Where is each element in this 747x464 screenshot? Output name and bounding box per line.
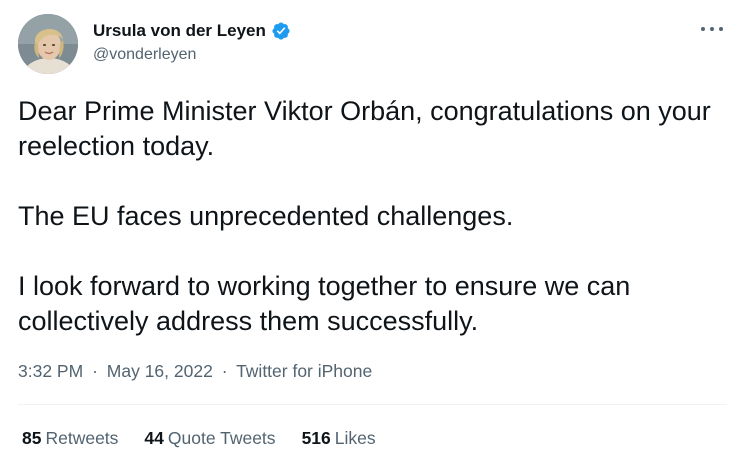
tweet-metadata: 3:32 PM · May 16, 2022 · Twitter for iPh… — [18, 361, 372, 382]
tweet-card: Ursula von der Leyen @vonderleyen Dear P… — [0, 0, 747, 464]
likes-stat[interactable]: 516 Likes — [302, 428, 376, 449]
author-display-name[interactable]: Ursula von der Leyen — [93, 21, 266, 41]
avatar[interactable] — [18, 14, 78, 74]
verified-badge-icon — [271, 21, 291, 41]
likes-label: Likes — [334, 428, 376, 448]
tweet-source[interactable]: Twitter for iPhone — [236, 361, 372, 381]
tweet-date[interactable]: May 16, 2022 — [107, 361, 213, 381]
more-options-icon[interactable] — [701, 22, 723, 36]
tweet-paragraph: The EU faces unprecedented challenges. — [18, 201, 514, 231]
quote-tweets-stat[interactable]: 44 Quote Tweets — [144, 428, 275, 449]
quote-tweets-count: 44 — [144, 428, 164, 448]
quote-tweets-label: Quote Tweets — [167, 428, 276, 448]
engagement-stats: 85 Retweets 44 Quote Tweets 516 Likes — [22, 428, 402, 449]
avatar-image — [18, 14, 78, 74]
author-handle[interactable]: @vonderleyen — [93, 46, 196, 64]
retweets-label: Retweets — [45, 428, 119, 448]
divider — [18, 404, 727, 405]
retweets-count: 85 — [22, 428, 42, 448]
tweet-paragraph: Dear Prime Minister Viktor Orbán, congra… — [18, 96, 711, 161]
tweet-time[interactable]: 3:32 PM — [18, 361, 83, 381]
meta-separator: · — [92, 361, 98, 381]
retweets-stat[interactable]: 85 Retweets — [22, 428, 118, 449]
tweet-text: Dear Prime Minister Viktor Orbán, congra… — [18, 94, 728, 339]
author-name-row: Ursula von der Leyen — [93, 20, 291, 42]
meta-separator: · — [221, 361, 228, 381]
tweet-paragraph: I look forward to working together to en… — [18, 271, 631, 336]
likes-count: 516 — [301, 428, 331, 448]
